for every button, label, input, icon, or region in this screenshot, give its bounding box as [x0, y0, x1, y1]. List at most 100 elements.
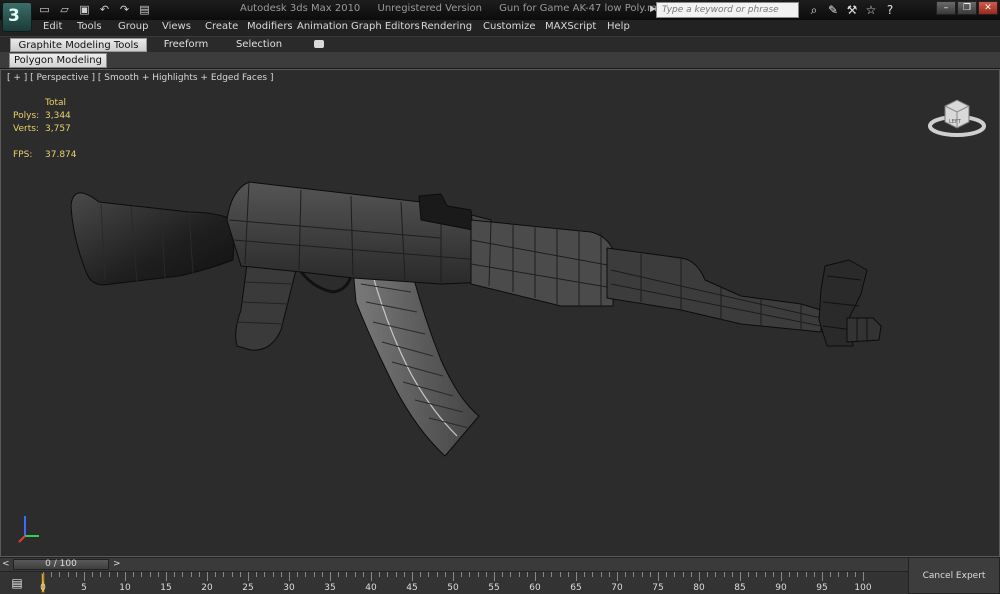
ruler-tick [321, 572, 323, 577]
ruler-tick [190, 572, 192, 577]
infocenter-toolbar: ⌕ ✎ ⚒ ☆ ? [806, 2, 898, 18]
ruler-tick [43, 572, 44, 581]
communication-icon[interactable]: ⚒ [844, 2, 860, 18]
time-next-button[interactable]: > [113, 559, 121, 569]
open-file-icon[interactable]: ▱ [56, 2, 73, 18]
ruler-tick [633, 572, 635, 577]
ruler-tick [289, 572, 290, 581]
ruler-tick [764, 572, 766, 577]
ruler-tick [59, 572, 61, 577]
ruler-tick [526, 572, 528, 577]
help-icon[interactable]: ? [882, 2, 898, 18]
ruler-tick [453, 572, 454, 581]
save-icon[interactable]: ▣ [76, 2, 93, 18]
ruler-tick [666, 572, 668, 577]
track-bar[interactable]: ▤ 0 5 10 15 20 25 30 35 40 45 50 55 60 65 70 75 80 85 90 95… [0, 571, 908, 594]
menu-group[interactable]: Group [118, 21, 148, 32]
menu-maxscript[interactable]: MAXScript [545, 21, 596, 32]
ruler-tick [371, 572, 372, 581]
ruler-tick [731, 572, 733, 577]
favorites-icon[interactable]: ☆ [863, 2, 879, 18]
ruler-label: 85 [734, 583, 746, 593]
ruler-tick [116, 572, 118, 577]
ruler-tick [518, 572, 520, 577]
ruler-tick [379, 572, 381, 577]
app-logo[interactable]: 3 [2, 2, 32, 32]
ruler-label: 0 [40, 583, 46, 593]
ruler-tick [485, 572, 487, 577]
ruler-label: 20 [201, 583, 213, 593]
ruler-tick [207, 572, 208, 581]
minimize-icon[interactable]: – [936, 1, 956, 15]
ruler-tick [813, 572, 815, 577]
time-prev-button[interactable]: < [2, 559, 10, 569]
ruler-tick [51, 572, 53, 577]
ribbon-panel-row: Polygon Modeling [0, 52, 1000, 69]
ruler-tick [608, 572, 610, 577]
restore-icon[interactable]: ❐ [957, 1, 977, 15]
ruler-tick [403, 572, 405, 577]
tab-selection[interactable]: Selection [230, 38, 288, 52]
menu-views[interactable]: Views [162, 21, 191, 32]
panel-polygon-modeling[interactable]: Polygon Modeling [9, 53, 107, 68]
ribbon-minimize-icon[interactable] [314, 40, 324, 48]
version-note: Unregistered Version [377, 3, 482, 14]
ruler-tick [715, 572, 717, 577]
project-folder-icon[interactable]: ▤ [136, 2, 153, 18]
ruler-tick [305, 572, 307, 577]
window-controls: – ❐ ✕ [936, 1, 998, 15]
time-slider-thumb[interactable]: 0 / 100 [13, 559, 109, 570]
ruler-tick [592, 572, 594, 577]
ruler-label: 55 [488, 583, 500, 593]
ruler-label: 100 [854, 583, 872, 593]
ruler-tick [797, 572, 799, 577]
menu-edit[interactable]: Edit [43, 21, 62, 32]
mini-curve-editor-icon[interactable]: ▤ [6, 575, 28, 591]
ruler-tick [133, 572, 135, 577]
perspective-viewport[interactable]: [ + ] [ Perspective ] [ Smooth + Highlig… [0, 69, 1000, 557]
menu-modifiers[interactable]: Modifiers [247, 21, 293, 32]
menu-graph-editors[interactable]: Graph Editors [351, 21, 420, 32]
menu-rendering[interactable]: Rendering [421, 21, 472, 32]
viewcube-widget[interactable]: LEFT [927, 94, 987, 140]
time-slider[interactable]: < 0 / 100 > [0, 557, 908, 571]
ruler-tick [354, 572, 356, 577]
tab-freeform[interactable]: Freeform [156, 38, 216, 52]
search-icon[interactable]: ⌕ [806, 2, 822, 18]
new-file-icon[interactable]: ▭ [36, 2, 53, 18]
ruler-tick [166, 572, 167, 581]
redo-icon[interactable]: ↷ [116, 2, 133, 18]
menu-customize[interactable]: Customize [483, 21, 536, 32]
ruler-tick [502, 572, 504, 577]
ruler-tick [699, 572, 700, 581]
ak47-model-render[interactable] [1, 70, 1000, 557]
ruler-tick [387, 572, 389, 577]
undo-icon[interactable]: ↶ [96, 2, 113, 18]
ruler-label: 5 [81, 583, 87, 593]
subscription-icon[interactable]: ✎ [825, 2, 841, 18]
ruler-tick [617, 572, 618, 581]
ruler-tick [494, 572, 495, 581]
ruler-tick [674, 572, 676, 577]
ruler-label: 45 [406, 583, 418, 593]
ruler-tick [510, 572, 512, 577]
tab-graphite-modeling-tools[interactable]: Graphite Modeling Tools [10, 38, 147, 52]
search-input[interactable]: Type a keyword or phrase [656, 2, 799, 18]
frame-ruler[interactable]: 0 5 10 15 20 25 30 35 40 45 50 55 60 65 70 75 80 85 90 95 10… [36, 572, 908, 594]
ruler-label: 95 [816, 583, 828, 593]
ruler-tick [830, 572, 832, 577]
close-icon[interactable]: ✕ [978, 1, 998, 15]
ruler-tick [461, 572, 463, 577]
cancel-expert-mode-button[interactable]: Cancel Expert Mode [908, 557, 1000, 594]
ruler-tick [239, 572, 241, 577]
menu-tools[interactable]: Tools [77, 21, 102, 32]
ruler-tick [75, 572, 77, 577]
ruler-tick [690, 572, 692, 577]
ruler-tick [231, 572, 233, 577]
menu-animation[interactable]: Animation [297, 21, 348, 32]
ruler-tick [428, 572, 430, 577]
ruler-label: 70 [611, 583, 623, 593]
menu-help[interactable]: Help [607, 21, 630, 32]
menu-create[interactable]: Create [205, 21, 238, 32]
ruler-label: 15 [160, 583, 172, 593]
